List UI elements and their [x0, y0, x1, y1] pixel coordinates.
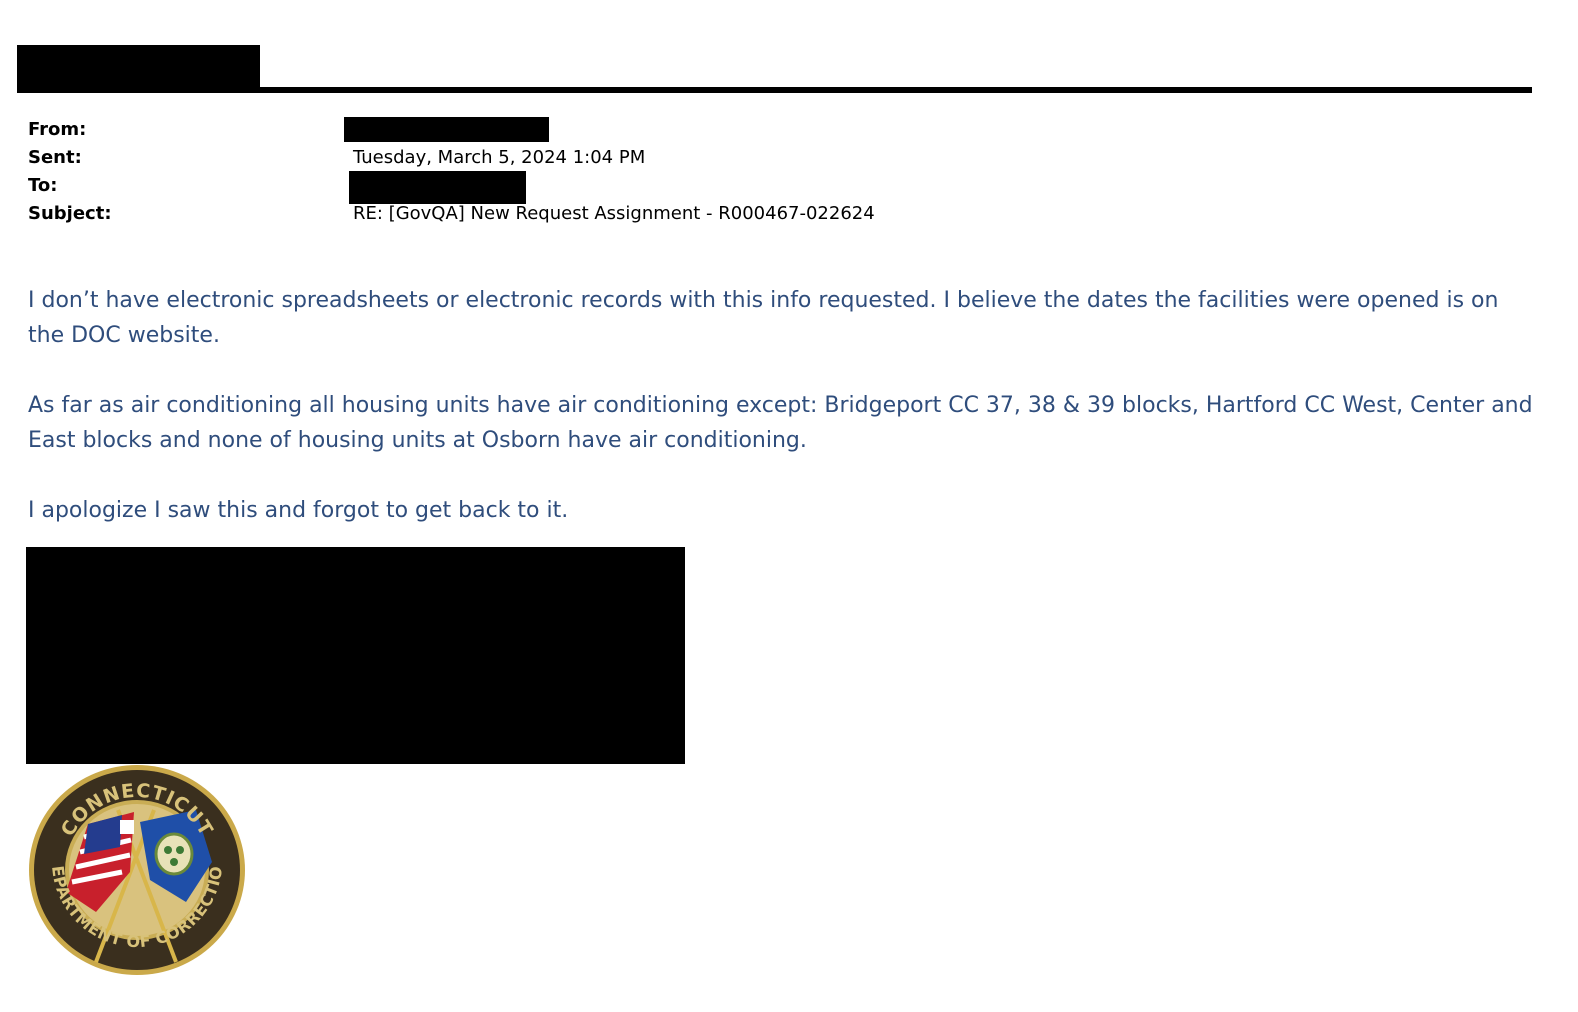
doc-seal-logo: CONNECTICUT DEPARTMENT OF CORRECTION [26, 762, 245, 975]
body-paragraph-3: I apologize I saw this and forgot to get… [28, 498, 569, 523]
header-divider [17, 87, 1532, 93]
from-label: From: [28, 119, 87, 140]
subject-label: Subject: [28, 203, 112, 224]
subject-value: RE: [GovQA] New Request Assignment - R00… [353, 203, 875, 224]
sent-value: Tuesday, March 5, 2024 1:04 PM [353, 147, 646, 168]
to-label: To: [28, 175, 58, 196]
redacted-signature-block [26, 547, 685, 764]
sent-label: Sent: [28, 147, 82, 168]
body-paragraph-1: I don’t have electronic spreadsheets or … [28, 288, 1499, 348]
body-paragraph-2: As far as air conditioning all housing u… [28, 393, 1533, 453]
redacted-from-value [344, 117, 549, 142]
redacted-sender-name [17, 45, 260, 90]
